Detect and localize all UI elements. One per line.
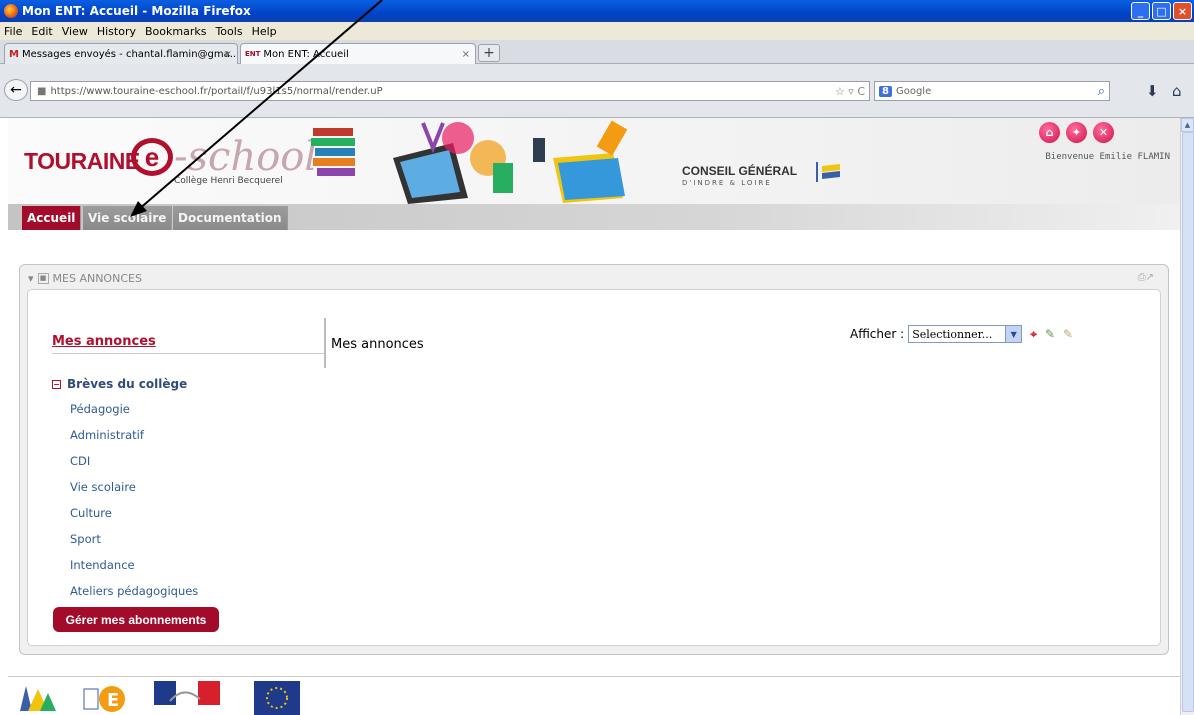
search-icon[interactable]: ⌕	[1098, 84, 1105, 99]
eraser-icon[interactable]: ✎	[1063, 327, 1073, 341]
ent-icon: ENT	[245, 50, 261, 58]
college-name: Collège Henri Becquerel	[174, 176, 283, 186]
welcome-text: Bienvenue Emilie FLAMIN	[1045, 152, 1170, 162]
menu-bookmarks[interactable]: Bookmarks	[145, 25, 206, 38]
scroll-thumb[interactable]	[1182, 132, 1194, 712]
category-item[interactable]: CDI	[70, 454, 198, 480]
portlet-title: MES ANNONCES	[52, 271, 142, 285]
menu-history[interactable]: History	[97, 25, 136, 38]
google-engine-icon[interactable]: 8	[879, 85, 892, 97]
conseil-general-subtitle: D'INDRE & LOIRE	[682, 179, 772, 187]
tab-close-icon[interactable]: ×	[462, 49, 470, 60]
search-bar[interactable]: 8 Google ⌕	[874, 81, 1110, 101]
edit-icon[interactable]: ✎	[1045, 327, 1055, 341]
tab-bar: M Messages envoyés - chantal.flamin@gma.…	[0, 40, 1194, 64]
download-icon[interactable]: ⬇	[1146, 82, 1159, 100]
european-union-flag-icon	[254, 681, 300, 715]
region-logo-icon	[20, 686, 56, 711]
portlet-lock-icon: ■	[37, 272, 49, 284]
tab-gmail[interactable]: M Messages envoyés - chantal.flamin@gma.…	[4, 43, 238, 64]
category-header-label: Brèves du collège	[67, 377, 188, 391]
chevron-down-icon[interactable]: ▼	[1005, 326, 1022, 342]
search-placeholder: Google	[895, 85, 932, 97]
category-item[interactable]: Intendance	[70, 558, 198, 584]
close-button[interactable]: ×	[1173, 2, 1192, 20]
window-title: Mon ENT: Accueil - Mozilla Firefox	[22, 4, 251, 18]
portlet-content: Mes annonces Mes annonces Afficher : Sel…	[27, 289, 1161, 646]
tab-label: Messages envoyés - chantal.flamin@gma...	[21, 48, 238, 60]
category-item[interactable]: Sport	[70, 532, 198, 558]
portal-tab-vie-scolaire[interactable]: Vie scolaire	[83, 206, 173, 230]
portal-tab-documentation[interactable]: Documentation	[173, 206, 288, 230]
svg-text:E: E	[107, 690, 119, 711]
display-filter: Afficher : Selectionner... ▼ ⌖ ✎ ✎	[850, 325, 1073, 343]
firefox-icon	[4, 4, 18, 18]
afficher-label: Afficher :	[850, 327, 905, 341]
bookmark-star-icon[interactable]: ☆ ▿ C	[835, 85, 865, 98]
vertical-divider	[324, 318, 326, 368]
lock-icon: ■	[37, 85, 47, 97]
logo-school: -school	[174, 134, 318, 180]
fullscreen-icon[interactable]: ⌖	[1030, 327, 1037, 342]
portal-tab-bar: Accueil Vie scolaire Documentation	[8, 204, 1180, 230]
category-item[interactable]: Administratif	[70, 428, 198, 454]
tab-mon-ent[interactable]: ENT Mon ENT: Accueil ×	[240, 43, 476, 64]
url-text: https://www.touraine-eschool.fr/portail/…	[50, 85, 383, 97]
window-controls: _ □ ×	[1131, 2, 1192, 20]
header-collage-image	[311, 120, 628, 204]
education-nationale-logo-icon: E	[83, 686, 125, 712]
menu-tools[interactable]: Tools	[215, 25, 242, 38]
logout-icon[interactable]: ✕	[1093, 122, 1114, 143]
maximize-button[interactable]: □	[1152, 2, 1171, 20]
portlet-header: ▾ ■ MES ANNONCES ⎙↗	[20, 265, 1168, 291]
help-icon[interactable]: ✦	[1066, 122, 1087, 143]
window-titlebar: Mon ENT: Accueil - Mozilla Firefox _ □ ×	[0, 0, 1194, 22]
logo-e: e	[131, 138, 173, 176]
site-header: TOURAINE e -school Collège Henri Becquer…	[8, 118, 1180, 204]
category-list: Pédagogie Administratif CDI Vie scolaire…	[70, 402, 198, 610]
category-item[interactable]: Culture	[70, 506, 198, 532]
collapse-category-icon[interactable]: −	[52, 379, 61, 389]
portal-tab-accueil[interactable]: Accueil	[22, 206, 82, 230]
tab-close-icon[interactable]: ×	[224, 49, 232, 60]
menu-edit[interactable]: Edit	[31, 25, 52, 38]
minimize-button[interactable]: _	[1131, 2, 1150, 20]
gmail-icon: M	[9, 48, 19, 60]
mes-annonces-link[interactable]: Mes annonces	[52, 334, 156, 349]
menu-bar: File Edit View History Bookmarks Tools H…	[0, 22, 1194, 40]
annonces-portlet: ▾ ■ MES ANNONCES ⎙↗ Mes annonces Mes ann…	[19, 264, 1169, 655]
category-item[interactable]: Pédagogie	[70, 402, 198, 428]
tab-label: Mon ENT: Accueil	[263, 48, 349, 60]
page-scrollbar[interactable]: ▲	[1180, 118, 1194, 715]
conseil-general-title[interactable]: CONSEIL GÉNÉRAL	[682, 164, 797, 178]
conseil-general-logo-icon	[816, 162, 840, 182]
logo-touraine[interactable]: TOURAINE	[24, 148, 140, 175]
menu-help[interactable]: Help	[252, 25, 277, 38]
home-icon[interactable]: ⌂	[1172, 82, 1182, 100]
manage-subscriptions-button[interactable]: Gérer mes abonnements	[53, 607, 219, 632]
url-bar[interactable]: ■ https://www.touraine-eschool.fr/portai…	[30, 81, 870, 101]
home-portal-icon[interactable]: ⌂	[1039, 122, 1060, 143]
main-title: Mes annonces	[331, 337, 424, 352]
footer: E	[8, 676, 1180, 715]
header-actions: ⌂ ✦ ✕	[1039, 122, 1114, 143]
category-header[interactable]: − Brèves du collège	[52, 377, 187, 391]
display-select[interactable]: Selectionner... ▼	[908, 325, 1023, 343]
navigation-bar: ← ■ https://www.touraine-eschool.fr/port…	[0, 64, 1194, 118]
new-tab-button[interactable]: +	[478, 44, 500, 62]
republique-francaise-logo-icon	[154, 681, 220, 705]
print-icon[interactable]: ⎙↗	[1138, 272, 1154, 283]
menu-view[interactable]: View	[62, 25, 88, 38]
collapse-icon[interactable]: ▾	[28, 272, 34, 285]
scroll-up-icon[interactable]: ▲	[1181, 118, 1194, 132]
divider	[52, 353, 324, 354]
select-value: Selectionner...	[912, 327, 993, 341]
back-button[interactable]: ←	[4, 79, 28, 101]
category-item[interactable]: Vie scolaire	[70, 480, 198, 506]
menu-file[interactable]: File	[4, 25, 22, 38]
